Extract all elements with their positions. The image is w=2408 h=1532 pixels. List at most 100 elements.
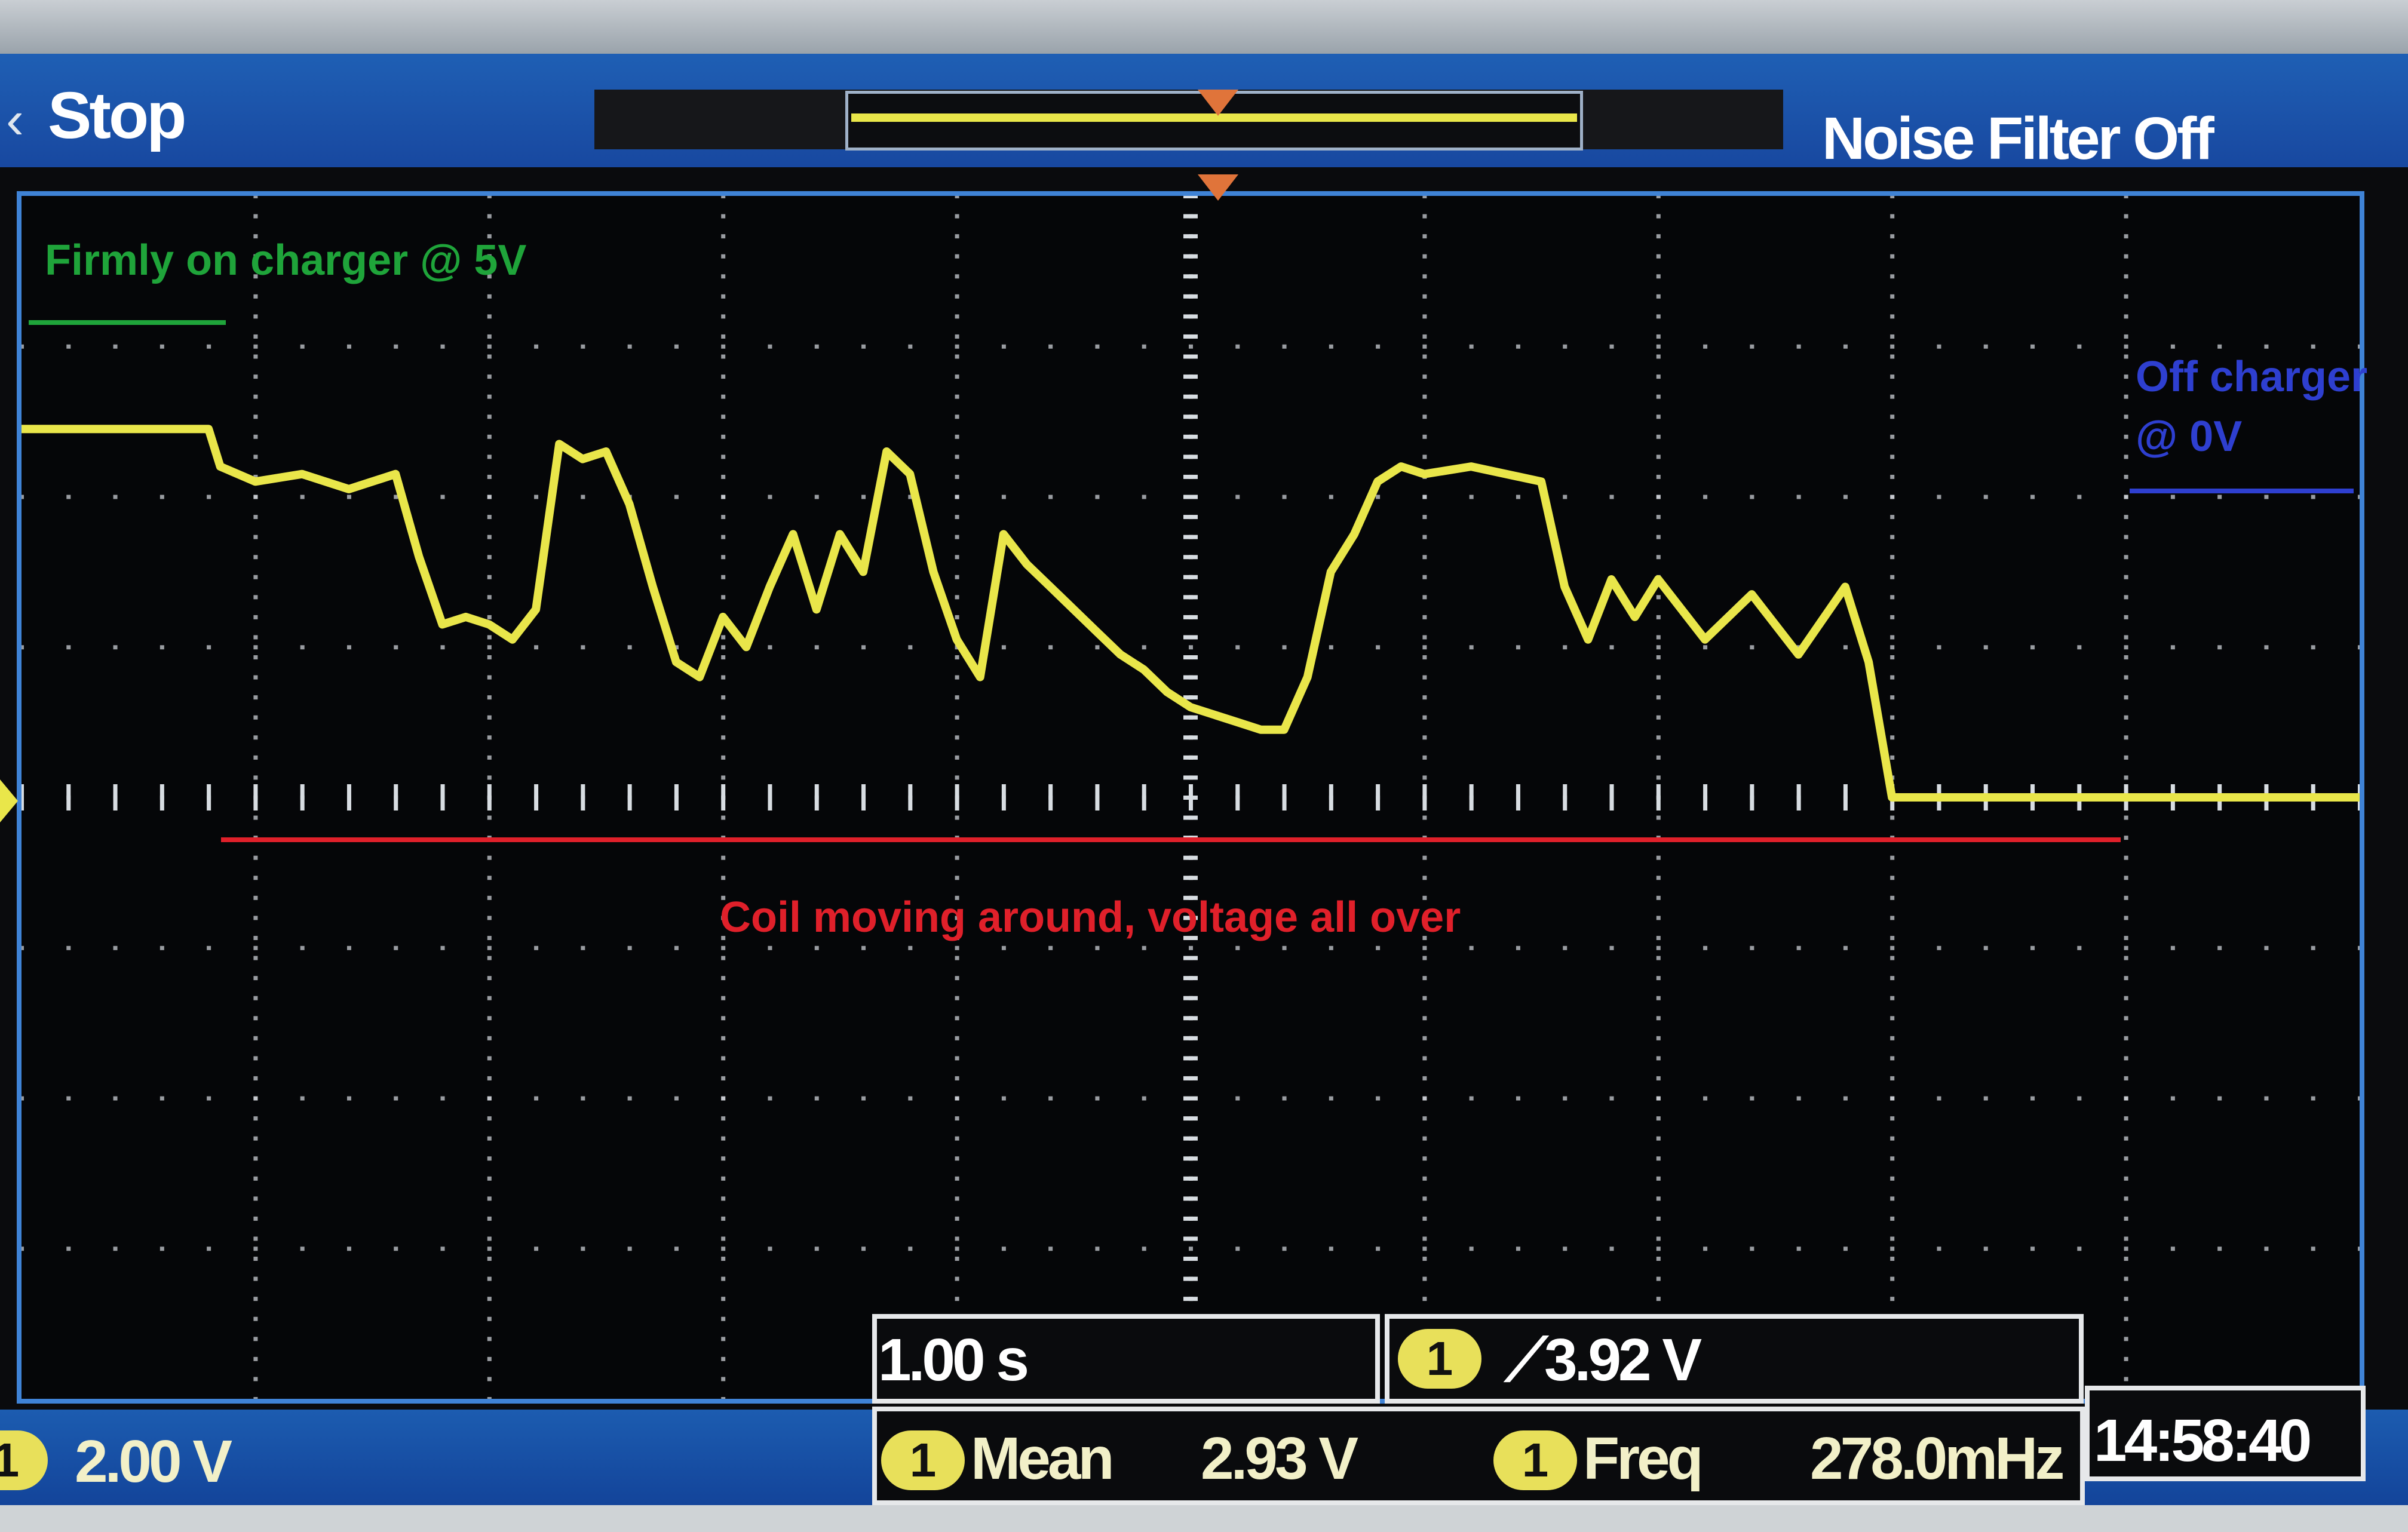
- volts-per-division[interactable]: 2.00 V: [75, 1427, 232, 1496]
- grid-dot: [955, 1247, 959, 1251]
- grid-dot: [1890, 196, 1895, 198]
- grid-dot: [1422, 555, 1427, 560]
- trace-point: [1748, 591, 1756, 598]
- grid-dot: [1890, 695, 1895, 700]
- grid-dot: [253, 655, 258, 660]
- grid-dot: [253, 935, 258, 940]
- mean-value: 2.93 V: [1201, 1425, 1358, 1492]
- grid-dot: [487, 415, 492, 419]
- grid-dot: [207, 645, 211, 650]
- grid-dot: [721, 1036, 726, 1040]
- grid-dot: [1656, 294, 1661, 299]
- trace-point: [1467, 463, 1475, 471]
- grid-dot: [1469, 495, 1474, 499]
- grid-dot: [955, 455, 959, 459]
- grid-dot: [2124, 455, 2128, 459]
- noise-filter-status[interactable]: Noise Filter Off: [1822, 105, 2214, 173]
- grid-dot: [1890, 895, 1895, 900]
- center-axis-tick: [1183, 1156, 1198, 1161]
- grid-dot: [908, 344, 913, 349]
- grid-dot: [253, 294, 258, 299]
- grid-dot: [1656, 1036, 1661, 1040]
- grid-dot: [721, 1016, 726, 1021]
- grid-dot: [1422, 575, 1427, 579]
- grid-dot: [2124, 334, 2128, 339]
- center-axis-tick: [1183, 354, 1198, 359]
- grid-dot: [346, 1096, 351, 1101]
- grid-dot: [1469, 1096, 1474, 1101]
- grid-dot: [113, 645, 118, 650]
- grid-dot: [1656, 334, 1661, 339]
- rising-edge-icon: ⟋: [1505, 1327, 1547, 1393]
- center-axis-tick: [627, 784, 632, 810]
- grid-dot: [1843, 1096, 1848, 1101]
- grid-dot: [1095, 495, 1100, 499]
- grid-dot: [2264, 1247, 2269, 1251]
- grid-dot: [487, 1337, 492, 1341]
- grid-dot: [1422, 314, 1427, 319]
- grid-dot: [253, 455, 258, 459]
- grid-dot: [1656, 1076, 1661, 1080]
- grid-dot: [534, 1247, 539, 1251]
- grid-dot: [627, 1096, 632, 1101]
- center-axis-tick: [66, 784, 71, 810]
- grid-dot: [1656, 1096, 1661, 1101]
- grid-dot: [955, 274, 959, 279]
- trace-point: [953, 635, 961, 643]
- center-axis-tick: [1183, 234, 1198, 239]
- grid-dot: [1656, 374, 1661, 379]
- grid-dot: [253, 415, 258, 419]
- grid-dot: [253, 815, 258, 820]
- run-state-label[interactable]: Stop: [48, 78, 186, 153]
- center-axis-tick: [1183, 274, 1198, 279]
- grid-dot: [1890, 645, 1895, 650]
- trigger-box[interactable]: [1385, 1314, 2084, 1404]
- grid-dot: [1890, 474, 1895, 479]
- trace-point: [298, 470, 306, 478]
- center-axis-tick: [721, 784, 726, 810]
- grid-dot: [1750, 645, 1754, 650]
- grid-dot: [1890, 434, 1895, 439]
- grid-dot: [721, 394, 726, 399]
- grid-dot: [207, 495, 211, 499]
- grid-dot: [2358, 495, 2360, 499]
- trace-point: [719, 613, 727, 621]
- grid-dot: [721, 495, 726, 499]
- freq-label: Freq: [1583, 1425, 1704, 1492]
- grid-dot: [487, 1316, 492, 1321]
- grid-dot: [721, 945, 726, 950]
- grid-dot: [721, 374, 726, 379]
- grid-dot: [2170, 645, 2175, 650]
- grid-dot: [1422, 254, 1427, 259]
- grid-dot: [2124, 996, 2128, 1000]
- grid-dot: [1843, 495, 1848, 499]
- grid-dot: [1983, 945, 1988, 950]
- grid-dot: [1656, 1297, 1661, 1301]
- trace-point: [485, 621, 493, 628]
- grid-dot: [2124, 1316, 2128, 1321]
- center-axis-tick: [1183, 615, 1198, 619]
- grid-dot: [159, 344, 164, 349]
- grid-dot: [394, 1247, 398, 1251]
- center-axis-tick: [487, 784, 492, 810]
- center-axis-tick: [1183, 996, 1198, 1000]
- grid-dot: [2358, 1096, 2360, 1101]
- grid-dot: [487, 1297, 492, 1301]
- grid-dot: [1890, 394, 1895, 399]
- center-axis-tick: [22, 784, 24, 810]
- grid-dot: [1890, 1247, 1895, 1251]
- grid-dot: [955, 495, 959, 499]
- grid-dot: [955, 695, 959, 700]
- center-axis-tick: [1183, 374, 1198, 379]
- grid-dot: [1609, 1247, 1614, 1251]
- grid-dot: [253, 1076, 258, 1080]
- center-axis-tick: [1183, 815, 1198, 820]
- grid-dot: [487, 996, 492, 1000]
- grid-dot: [1656, 274, 1661, 279]
- grid-dot: [955, 1116, 959, 1121]
- grid-dot: [22, 645, 24, 650]
- grid-dot: [581, 495, 585, 499]
- grid-dot: [814, 495, 819, 499]
- trace-point: [345, 485, 352, 493]
- grid-dot: [581, 645, 585, 650]
